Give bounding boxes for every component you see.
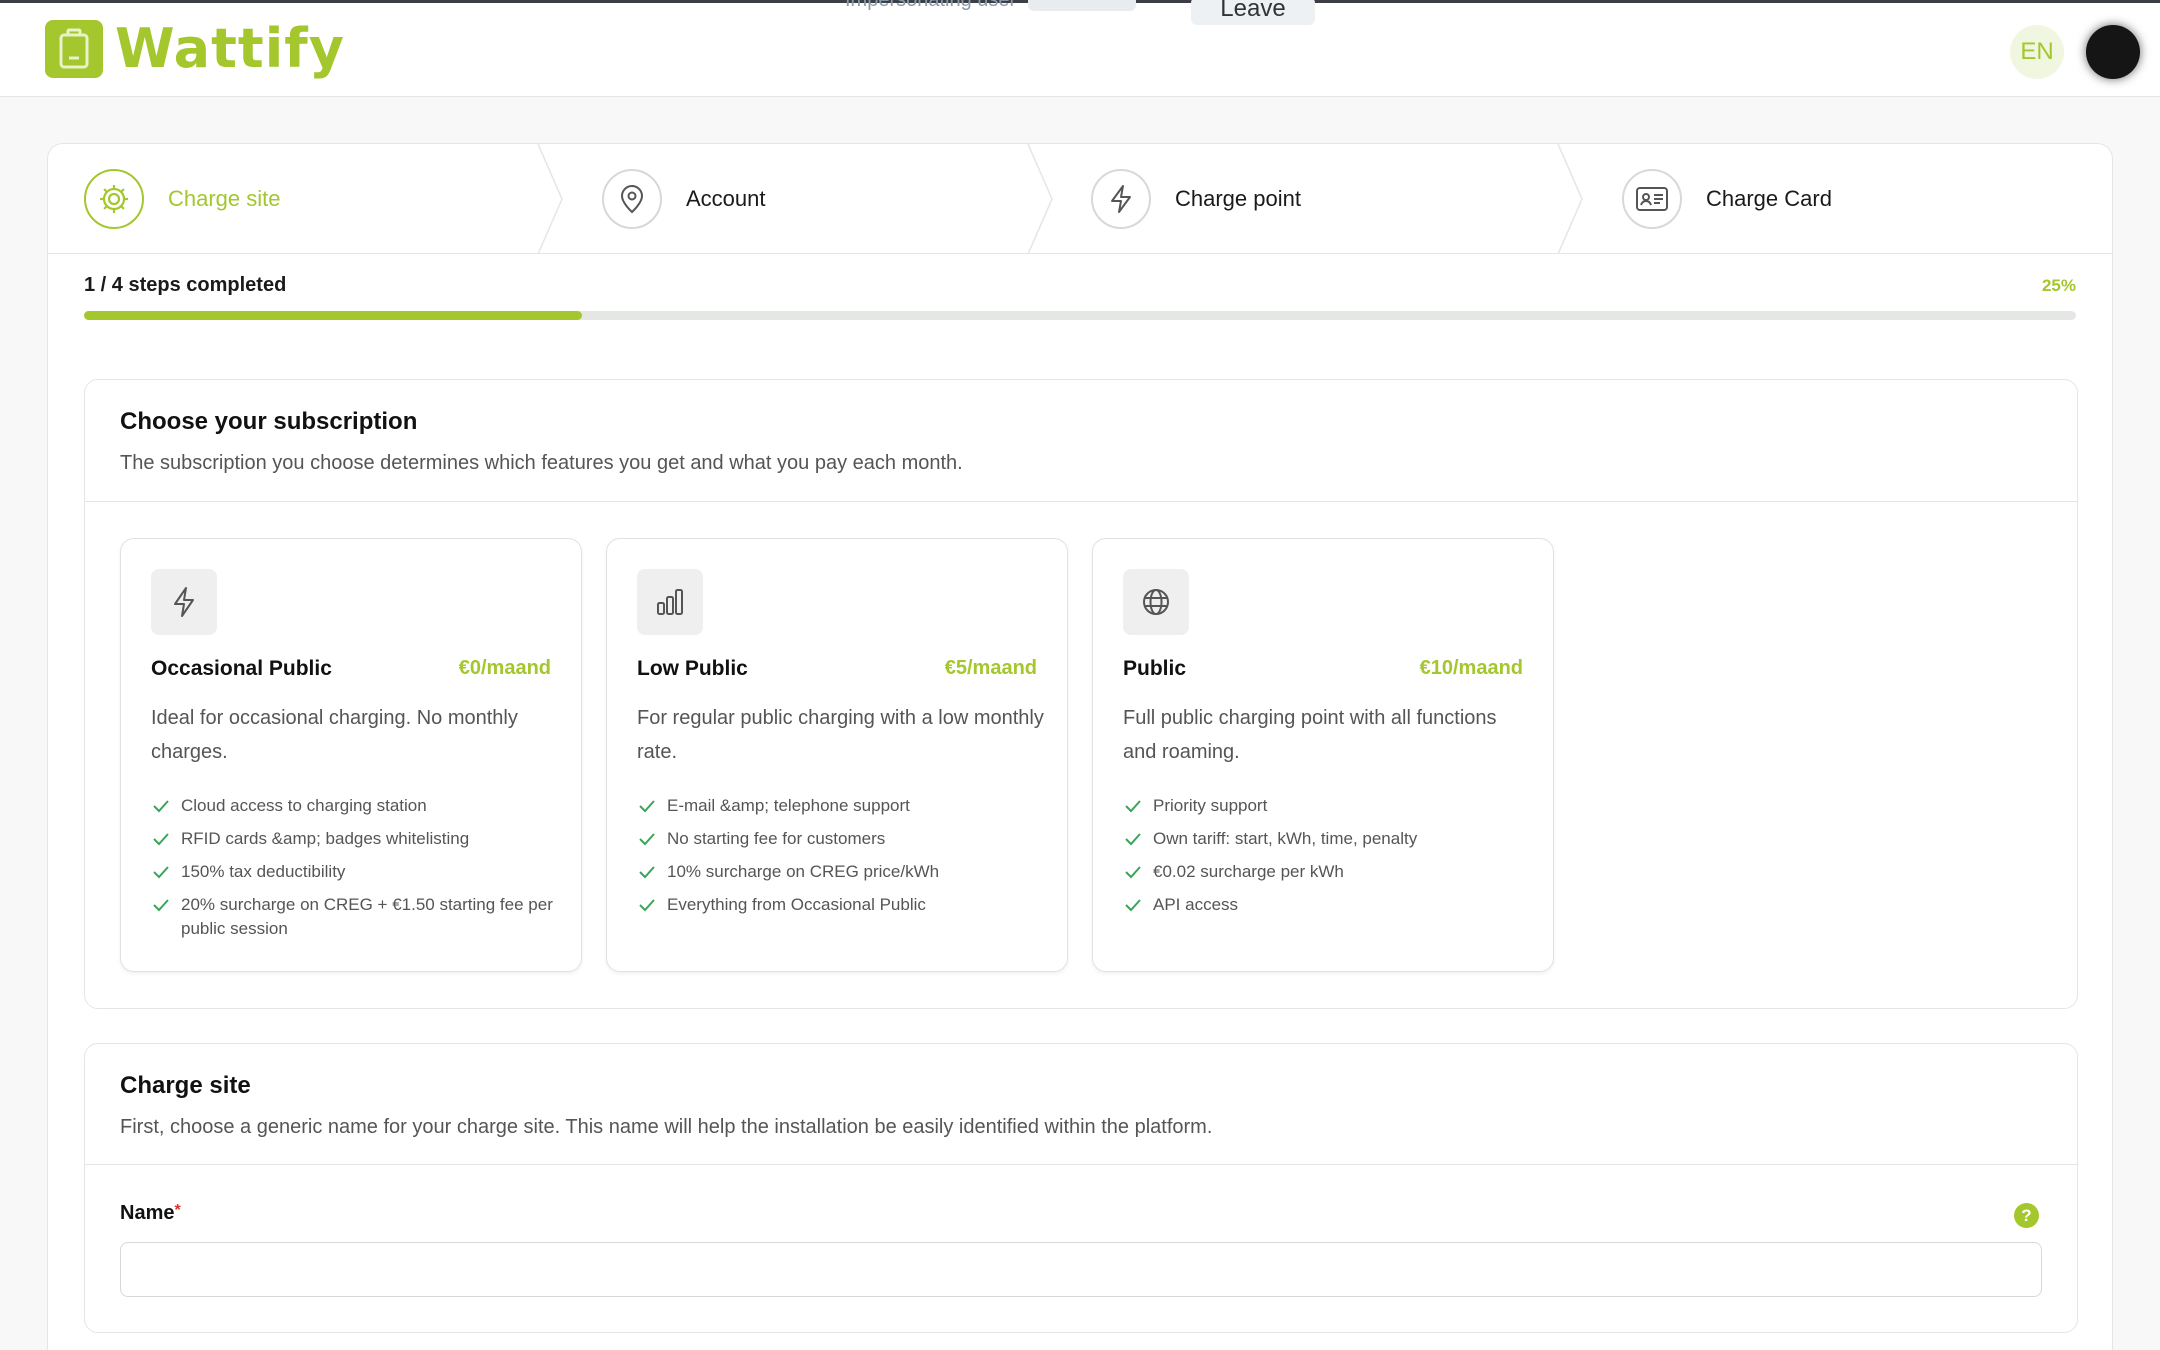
progress-text: 1 / 4 steps completed (84, 274, 287, 296)
plan-price: €5/maand (944, 657, 1037, 679)
impersonation-text: Impersonating user (845, 0, 1017, 11)
wattify-logo[interactable]: Wattify (45, 17, 345, 80)
charge-site-panel-header: Charge site First, choose a generic name… (85, 1044, 2077, 1165)
plan-features: Cloud access to charging station RFID ca… (151, 794, 561, 950)
step-separator (1027, 144, 1053, 254)
language-button[interactable]: EN (2010, 25, 2064, 79)
subscription-panel-header: Choose your subscription The subscriptio… (85, 380, 2077, 502)
feature-item: E-mail &amp; telephone support (637, 794, 1047, 818)
subscription-panel: Choose your subscription The subscriptio… (84, 379, 2078, 1009)
plan-description: Ideal for occasional charging. No monthl… (151, 707, 518, 763)
check-icon (153, 833, 169, 846)
charge-site-title: Charge site (120, 1072, 251, 1099)
feature-text: Everything from Occasional Public (667, 895, 926, 914)
feature-item: Own tariff: start, kWh, time, penalty (1123, 827, 1533, 851)
check-icon (1125, 899, 1141, 912)
plan-features: E-mail &amp; telephone support No starti… (637, 794, 1047, 926)
id-card-icon (1622, 169, 1682, 229)
step-charge-point[interactable]: Charge point (1091, 144, 1301, 254)
step-charge-site[interactable]: Charge site (84, 144, 281, 254)
feature-text: 150% tax deductibility (181, 862, 346, 881)
feature-item: Everything from Occasional Public (637, 893, 1047, 917)
bar-chart-icon (637, 569, 703, 635)
feature-item: 20% surcharge on CREG + €1.50 starting f… (151, 893, 561, 941)
feature-item: Priority support (1123, 794, 1533, 818)
feature-text: E-mail &amp; telephone support (667, 796, 910, 815)
gear-icon (84, 169, 144, 229)
charge-site-panel: Charge site First, choose a generic name… (84, 1043, 2078, 1333)
step-label: Charge site (168, 186, 281, 211)
check-icon (639, 866, 655, 879)
check-icon (1125, 833, 1141, 846)
plan-price: €0/maand (458, 657, 551, 679)
subscription-title: Choose your subscription (120, 408, 418, 435)
feature-text: API access (1153, 895, 1239, 914)
required-marker: * (174, 1202, 181, 1219)
check-icon (153, 899, 169, 912)
user-avatar[interactable] (2086, 25, 2140, 79)
plan-card-occasional-public[interactable]: Occasional Public €0/maand Ideal for occ… (120, 538, 582, 972)
check-icon (1125, 800, 1141, 813)
feature-text: Own tariff: start, kWh, time, penalty (1153, 829, 1418, 848)
check-icon (639, 800, 655, 813)
charge-site-description: First, choose a generic name for your ch… (120, 1116, 1213, 1138)
plan-price: €10/maand (1419, 657, 1523, 679)
name-label-text: Name (120, 1202, 175, 1224)
check-icon (639, 899, 655, 912)
help-icon[interactable]: ? (2014, 1203, 2039, 1228)
plan-name: Occasional Public (151, 657, 332, 680)
stepper: Charge site Account Charge point Charge … (48, 144, 2112, 254)
impersonated-user-chip (1028, 0, 1137, 11)
step-charge-card[interactable]: Charge Card (1622, 144, 1832, 254)
progress-percent: 25% (2041, 276, 2076, 295)
feature-text: Cloud access to charging station (181, 796, 427, 815)
progress-summary: 1 / 4 steps completed 25% (84, 274, 2076, 297)
feature-text: 10% surcharge on CREG price/kWh (667, 862, 940, 881)
feature-text: No starting fee for customers (667, 829, 886, 848)
impersonation-banner: Impersonating user (845, 0, 1137, 12)
feature-item: Cloud access to charging station (151, 794, 561, 818)
plan-description: Full public charging point with all func… (1123, 707, 1497, 763)
check-icon (153, 866, 169, 879)
leave-button[interactable]: Leave (1191, 0, 1315, 25)
lightning-icon (1091, 169, 1151, 229)
subscription-description: The subscription you choose determines w… (120, 452, 963, 474)
plan-card-public[interactable]: Public €10/maand Full public charging po… (1092, 538, 1554, 972)
name-field-label: Name* (120, 1202, 181, 1225)
feature-text: Priority support (1153, 796, 1268, 815)
check-icon (1125, 866, 1141, 879)
check-icon (153, 800, 169, 813)
feature-item: RFID cards &amp; badges whitelisting (151, 827, 561, 851)
feature-text: €0.02 surcharge per kWh (1153, 862, 1344, 881)
globe-icon (1123, 569, 1189, 635)
step-label: Account (686, 186, 766, 211)
check-icon (639, 833, 655, 846)
progress-bar (84, 311, 2076, 320)
plan-description: For regular public charging with a low m… (637, 707, 1044, 763)
charge-site-name-input[interactable] (120, 1242, 2042, 1297)
plan-name: Low Public (637, 657, 748, 680)
feature-item: No starting fee for customers (637, 827, 1047, 851)
logo-text: Wattify (115, 17, 345, 80)
lightning-icon (151, 569, 217, 635)
top-header: Wattify Impersonating user Leave EN (0, 0, 2160, 97)
plan-features: Priority support Own tariff: start, kWh,… (1123, 794, 1533, 926)
battery-logo-icon (45, 19, 103, 78)
step-separator (537, 144, 563, 254)
step-label: Charge point (1175, 186, 1301, 211)
plan-name: Public (1123, 657, 1187, 680)
step-separator (1557, 144, 1583, 254)
step-label: Charge Card (1706, 186, 1832, 211)
progress-bar-fill (84, 311, 582, 320)
feature-item: API access (1123, 893, 1533, 917)
feature-item: 10% surcharge on CREG price/kWh (637, 860, 1047, 884)
plan-card-low-public[interactable]: Low Public €5/maand For regular public c… (606, 538, 1068, 972)
map-pin-icon (602, 169, 662, 229)
feature-item: 150% tax deductibility (151, 860, 561, 884)
feature-item: €0.02 surcharge per kWh (1123, 860, 1533, 884)
feature-text: RFID cards &amp; badges whitelisting (181, 829, 470, 848)
feature-text: 20% surcharge on CREG + €1.50 starting f… (181, 895, 553, 938)
onboarding-wizard: Charge site Account Charge point Charge … (47, 143, 2113, 1350)
step-account[interactable]: Account (602, 144, 766, 254)
